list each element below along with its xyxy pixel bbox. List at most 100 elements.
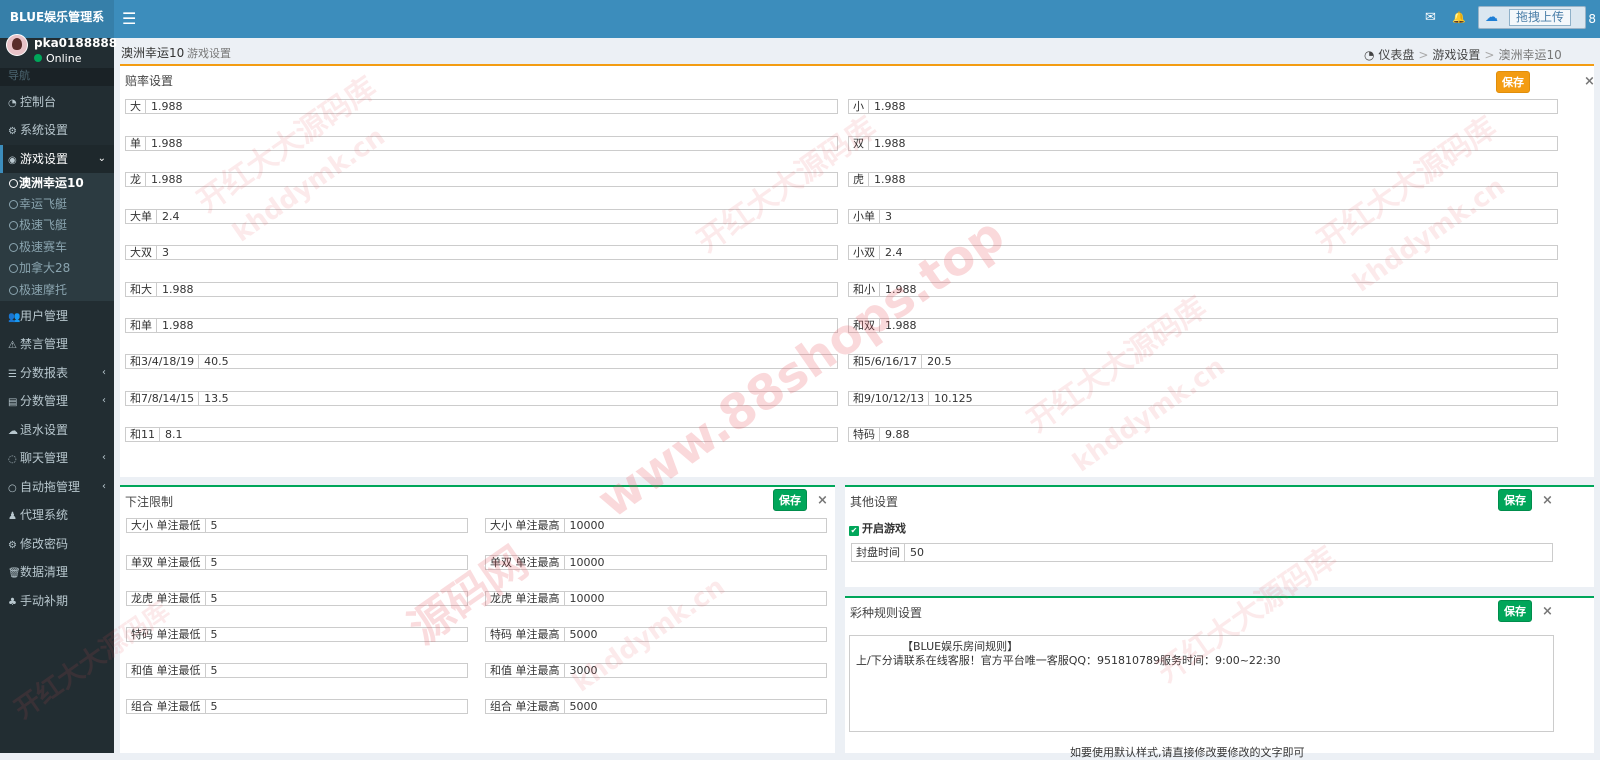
submenu-item-canada28[interactable]: 加拿大28 (0, 258, 114, 279)
sidebar-item-system-settings[interactable]: ⚙ 系统设置 (0, 116, 114, 144)
breadcrumb-home[interactable]: 仪表盘 (1378, 48, 1414, 62)
seal-time-input[interactable] (905, 543, 1553, 562)
enable-game-checkbox[interactable]: ✔ 开启游戏 (849, 520, 906, 536)
close-icon[interactable]: × (817, 494, 828, 508)
limit-min-size-input[interactable] (205, 518, 468, 533)
odds-input-sum-9-10-12-13[interactable] (929, 391, 1558, 406)
odds-input-dragon[interactable] (146, 172, 838, 187)
odds-settings-title: 赔率设置 (125, 74, 174, 88)
odds-input-big[interactable] (146, 99, 838, 114)
odds-input-small[interactable] (869, 99, 1558, 114)
odds-field-dragon: 龙 (125, 172, 838, 187)
odds-input-sum-odd[interactable] (157, 318, 838, 333)
list-icon: ☰ (8, 369, 17, 380)
odds-input-sum-5-6-16-17[interactable] (922, 354, 1558, 369)
submenu-item-lucky-airship[interactable]: 幸运飞艇 (0, 194, 114, 215)
limit-min-parity-input[interactable] (205, 555, 468, 570)
odds-input-sum-even[interactable] (880, 318, 1558, 333)
limit-min-combo-input[interactable] (205, 699, 468, 714)
limit-max-size-input[interactable] (564, 518, 827, 533)
limit-min-sum-input[interactable] (205, 663, 468, 678)
app-logo[interactable]: BLUE娱乐管理系 (0, 0, 114, 38)
odds-input-small-odd[interactable] (880, 209, 1558, 224)
comment-icon: ○ (8, 483, 17, 494)
limit-max-combo-input[interactable] (564, 699, 827, 714)
odds-input-sum-7-8-14-15[interactable] (199, 391, 838, 406)
save-other-button[interactable]: 保存 (1498, 489, 1532, 511)
sidebar-item-game-settings[interactable]: ◉ 游戏设置 ⌄ (0, 145, 114, 173)
rules-heading: 【BLUE娱乐房间规则】 (902, 640, 1019, 653)
circle-icon (9, 179, 18, 188)
limit-max-parity-input[interactable] (564, 555, 827, 570)
save-rules-button[interactable]: 保存 (1498, 600, 1532, 622)
odds-settings-box: 赔率设置 保存 × 大 单 龙 大单 大双 和大 和单 和3/4/18/19 和… (120, 64, 1595, 477)
close-icon[interactable]: × (1542, 494, 1553, 508)
odds-field-sum-5-6-16-17: 和5/6/16/17 (848, 354, 1558, 369)
breadcrumb-section[interactable]: 游戏设置 (1432, 48, 1480, 62)
odds-field-sum-odd: 和单 (125, 318, 838, 333)
user-name: pka0188888 (34, 36, 118, 50)
limit-max-sum-input[interactable] (564, 663, 827, 678)
odds-input-sum-small[interactable] (880, 282, 1558, 297)
odds-input-special[interactable] (880, 427, 1558, 442)
limit-min-combo: 组合 单注最低 (126, 699, 468, 714)
users-cog-icon: ♣ (8, 597, 17, 608)
online-status: Online (34, 52, 81, 65)
sidebar-item-manual-period[interactable]: ♣ 手动补期 (0, 587, 114, 615)
chevron-left-icon: ‹ (102, 395, 106, 406)
nav-header: 导航 (0, 68, 114, 86)
odds-input-odd[interactable] (146, 136, 838, 151)
limit-min-special-input[interactable] (205, 627, 468, 642)
limit-min-dragon-tiger-input[interactable] (205, 591, 468, 606)
dashboard-icon: ◔ (1364, 48, 1375, 62)
rules-textarea[interactable]: 【BLUE娱乐房间规则】 上/下分请联系在线客服！官方平台唯一客服QQ：9518… (849, 635, 1554, 732)
cloud-drive-icon: ☁ (1485, 10, 1498, 25)
odds-field-tiger: 虎 (848, 172, 1558, 187)
sidebar-toggle-icon[interactable]: ☰ (122, 10, 136, 28)
mail-icon[interactable]: ✉ (1425, 11, 1436, 25)
sidebar-item-chat-management[interactable]: ◌ 聊天管理 ‹ (0, 444, 114, 472)
bell-icon[interactable]: 🔔 (1452, 11, 1466, 25)
page-subtitle: 游戏设置 (187, 47, 231, 60)
limit-min-dragon-tiger: 龙虎 单注最低 (126, 591, 468, 606)
sidebar-item-agent-system[interactable]: ♟ 代理系统 (0, 501, 114, 529)
submenu-item-speed-moto[interactable]: 极速摩托 (0, 280, 114, 301)
save-limits-button[interactable]: 保存 (773, 489, 807, 511)
sidebar-item-mute-management[interactable]: ⚠ 禁言管理 (0, 330, 114, 358)
limit-max-special-input[interactable] (564, 627, 827, 642)
sidebar-item-rebate-settings[interactable]: ☁ 退水设置 (0, 416, 114, 444)
upload-widget[interactable]: ☁ 拖拽上传 (1478, 6, 1586, 29)
sidebar-item-auto-bot-management[interactable]: ○ 自动拖管理 ‹ (0, 473, 114, 501)
submenu-item-speed-racing[interactable]: 极速赛车 (0, 237, 114, 258)
odds-input-small-even[interactable] (880, 245, 1558, 260)
cogs-icon: ⚙ (8, 126, 17, 137)
odds-input-big-even[interactable] (157, 245, 838, 260)
submenu-item-speed-airship[interactable]: 极速飞艇 (0, 215, 114, 236)
sidebar-item-dashboard[interactable]: ◔ 控制台 (0, 88, 114, 116)
rules-settings-box: 彩种规则设置 保存 × 【BLUE娱乐房间规则】 上/下分请联系在线客服！官方平… (845, 596, 1594, 759)
submenu-item-aozhou-lucky10[interactable]: 澳洲幸运10 (0, 173, 114, 194)
sidebar-item-score-management[interactable]: ▤ 分数管理 ‹ (0, 387, 114, 415)
close-icon[interactable]: × (1542, 605, 1553, 619)
limit-min-size: 大小 单注最低 (126, 518, 468, 533)
rules-body: 上/下分请联系在线客服！官方平台唯一客服QQ：951810789服务时间：9:0… (856, 654, 1281, 667)
user-menu-fragment[interactable]: 8 (1588, 12, 1596, 26)
odds-input-sum-3-4-18-19[interactable] (199, 354, 838, 369)
limit-max-dragon-tiger-input[interactable] (564, 591, 827, 606)
sidebar-item-user-management[interactable]: 👥用户管理 (0, 302, 114, 330)
close-icon[interactable]: × (1584, 75, 1595, 89)
database-icon: ▤ (8, 397, 18, 408)
odds-input-sum-big[interactable] (157, 282, 838, 297)
sidebar-item-change-password[interactable]: ⚙ 修改密码 (0, 530, 114, 558)
odds-field-sum-11: 和11 (125, 427, 838, 442)
dashboard-icon: ◔ (8, 98, 17, 109)
sidebar-item-score-report[interactable]: ☰ 分数报表 ‹ (0, 359, 114, 387)
odds-input-even[interactable] (869, 136, 1558, 151)
save-odds-button[interactable]: 保存 (1496, 71, 1530, 93)
drag-upload-button[interactable]: 拖拽上传 (1509, 9, 1572, 26)
odds-input-tiger[interactable] (869, 172, 1558, 187)
sidebar-item-data-cleanup[interactable]: 🗑数据清理 (0, 558, 114, 586)
odds-input-sum-11[interactable] (160, 427, 838, 442)
odds-input-big-odd[interactable] (157, 209, 838, 224)
odds-field-sum-big: 和大 (125, 282, 838, 297)
